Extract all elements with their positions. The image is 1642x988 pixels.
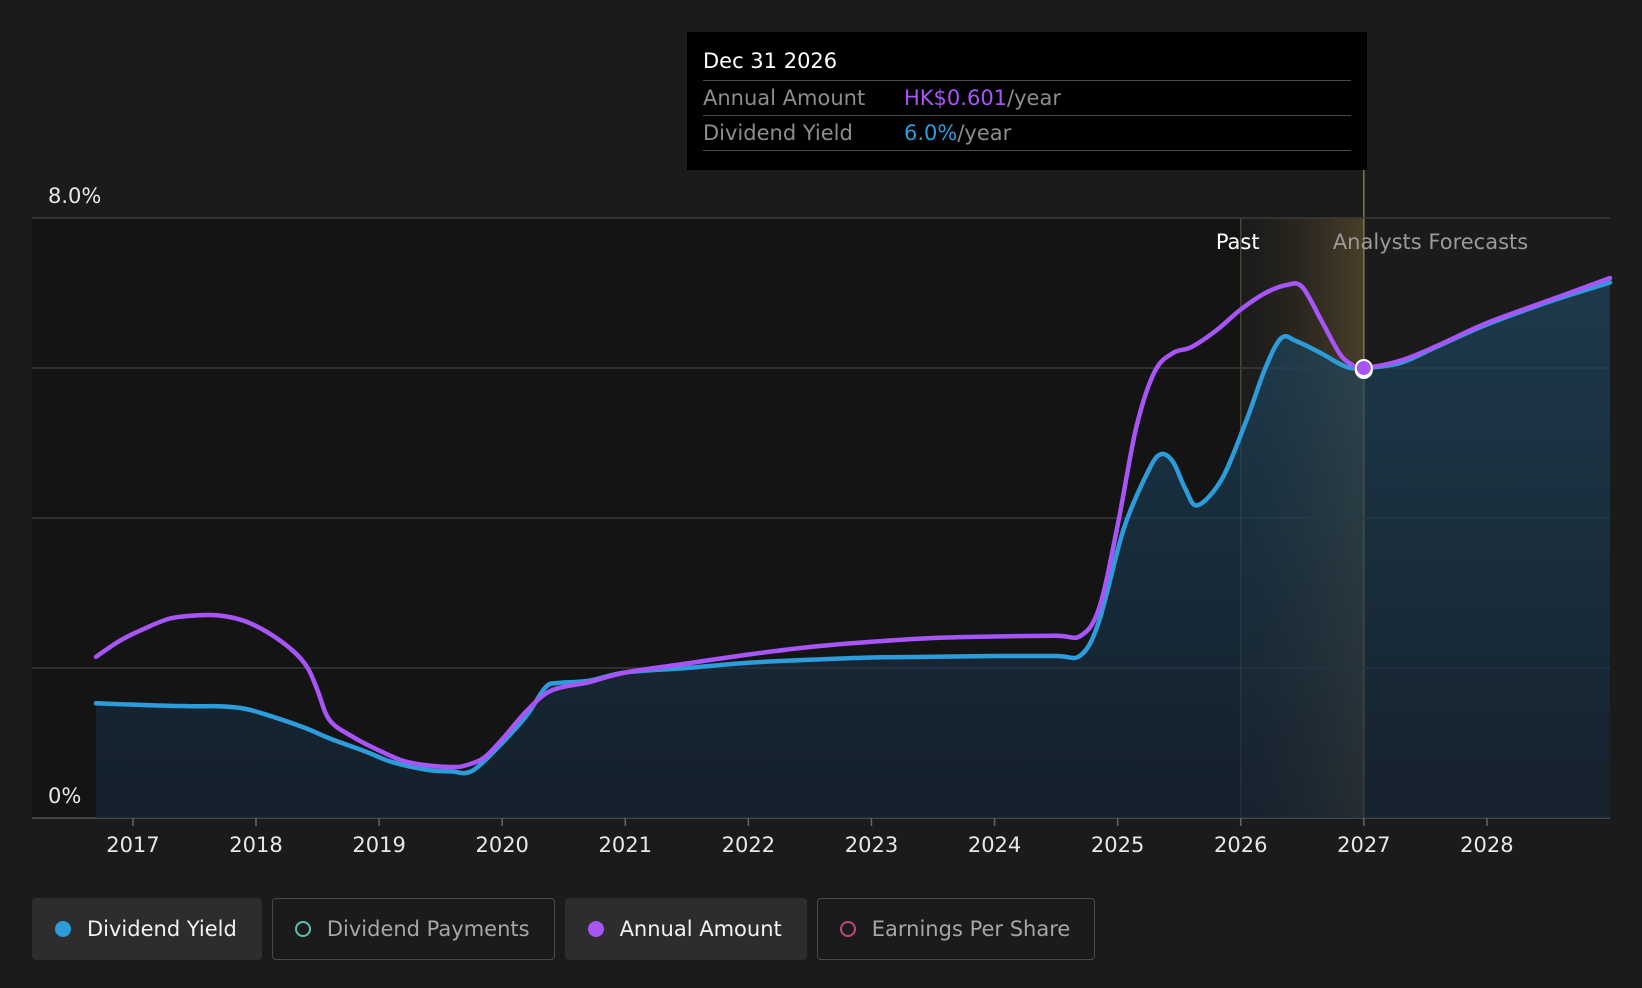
x-tick-label: 2023 bbox=[845, 833, 898, 857]
x-tick-label: 2021 bbox=[599, 833, 652, 857]
legend-dot-icon bbox=[587, 921, 604, 937]
highlight-point-annual bbox=[1354, 359, 1373, 377]
tooltip-row-annual-amount: Annual Amount HK$0.601 /year bbox=[703, 80, 1351, 115]
tooltip-date: Dec 31 2026 bbox=[703, 49, 838, 73]
x-tick-label: 2019 bbox=[352, 833, 405, 857]
tooltip-value: HK$0.601 bbox=[904, 86, 1008, 110]
forecast-label: Analysts Forecasts bbox=[1333, 230, 1528, 254]
legend-dot-icon bbox=[55, 921, 71, 937]
legend-label: Earnings Per Share bbox=[871, 917, 1071, 941]
legend-dividend-yield[interactable]: Dividend Yield bbox=[32, 898, 262, 960]
legend-ring-icon bbox=[839, 921, 856, 937]
legend-annual-amount[interactable]: Annual Amount bbox=[564, 898, 807, 960]
x-tick-label: 2018 bbox=[229, 833, 282, 857]
legend-earnings-per-share[interactable]: Earnings Per Share bbox=[816, 898, 1096, 960]
tooltip-label: Dividend Yield bbox=[703, 121, 853, 145]
legend-ring-icon bbox=[294, 921, 311, 937]
tooltip-row-dividend-yield: Dividend Yield 6.0% /year bbox=[703, 115, 1351, 151]
y-tick-label: 0% bbox=[48, 784, 81, 808]
tooltip-value: 6.0% bbox=[904, 121, 958, 145]
legend-dividend-payments[interactable]: Dividend Payments bbox=[271, 898, 555, 960]
y-tick-label: 8.0% bbox=[48, 184, 101, 208]
chart-tooltip: Dec 31 2026 Annual Amount HK$0.601 /year… bbox=[687, 32, 1367, 170]
x-tick-label: 2024 bbox=[968, 833, 1021, 857]
legend-label: Dividend Payments bbox=[326, 917, 530, 941]
tooltip-unit: /year bbox=[957, 121, 1012, 145]
x-tick-label: 2020 bbox=[475, 833, 528, 857]
x-tick-label: 2027 bbox=[1337, 833, 1390, 857]
tooltip-label: Annual Amount bbox=[703, 86, 866, 110]
x-tick-label: 2026 bbox=[1214, 833, 1267, 857]
legend-label: Annual Amount bbox=[619, 917, 782, 941]
legend-label: Dividend Yield bbox=[87, 917, 237, 941]
x-tick-label: 2028 bbox=[1460, 833, 1513, 857]
chart-legend: Dividend Yield Dividend Payments Annual … bbox=[32, 898, 1096, 960]
x-tick-label: 2022 bbox=[722, 833, 775, 857]
x-tick-label: 2025 bbox=[1091, 833, 1144, 857]
x-tick-label: 2017 bbox=[106, 833, 159, 857]
past-label: Past bbox=[1216, 230, 1260, 254]
tooltip-unit: /year bbox=[1007, 86, 1061, 110]
